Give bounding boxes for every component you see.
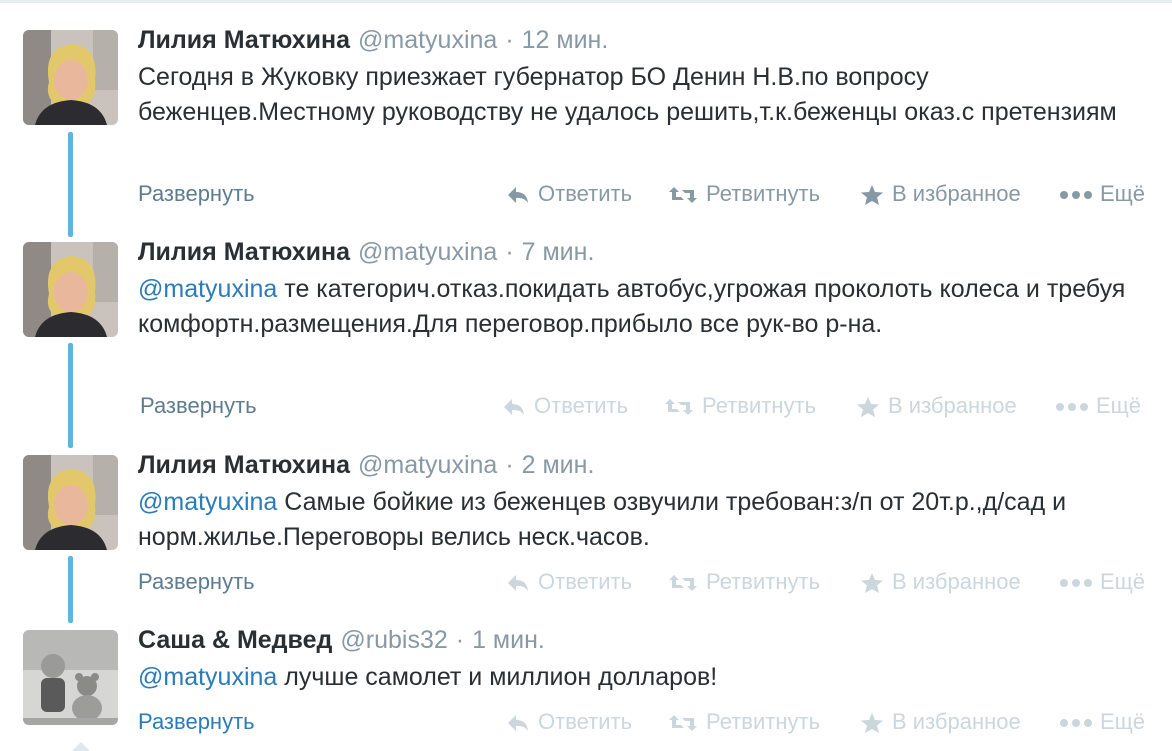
- retweet-arrows-icon: [668, 185, 698, 205]
- timestamp[interactable]: 2 мин.: [522, 451, 595, 479]
- thread-connector: [68, 556, 73, 623]
- more-button[interactable]: Ещё: [1060, 707, 1145, 737]
- star-icon: [856, 396, 880, 418]
- expand-link[interactable]: Развернуть: [138, 179, 255, 209]
- tweet-body: Сегодня в Жуковку приезжает губернатор Б…: [138, 63, 1117, 126]
- mention-link[interactable]: @matyuxina: [138, 663, 277, 691]
- author-handle[interactable]: @rubis32: [340, 626, 447, 654]
- tweet-actions: Развернуть Ответить Ретвитнуть В избранн…: [138, 391, 1158, 421]
- timestamp[interactable]: 7 мин.: [522, 238, 595, 266]
- retweet-label: Ретвитнуть: [706, 709, 821, 734]
- more-label: Ещё: [1100, 569, 1146, 594]
- more-label: Ещё: [1100, 709, 1146, 734]
- reply-button[interactable]: Ответить: [506, 179, 632, 209]
- retweet-label: Ретвитнуть: [706, 569, 821, 594]
- separator: ·: [455, 626, 465, 654]
- tweet-body: лучше самолет и миллион долларов!: [277, 663, 718, 691]
- more-button[interactable]: Ещё: [1060, 179, 1145, 209]
- timestamp[interactable]: 12 мин.: [522, 26, 609, 54]
- thread-connector: [68, 132, 73, 237]
- author-handle[interactable]: @matyuxina: [358, 451, 497, 479]
- more-button[interactable]: Ещё: [1056, 391, 1141, 421]
- reply-arrow-icon: [506, 713, 530, 733]
- tweet-body: Самые бойкие из беженцев озвучили требов…: [138, 488, 1067, 551]
- star-icon: [860, 712, 884, 734]
- favorite-label: В избранное: [892, 569, 1021, 594]
- reply-arrow-icon: [506, 573, 530, 593]
- reply-label: Ответить: [534, 393, 629, 418]
- avatar[interactable]: [23, 30, 118, 125]
- timestamp[interactable]: 1 мин.: [472, 626, 545, 654]
- favorite-button[interactable]: В избранное: [860, 567, 1021, 597]
- reply-button[interactable]: Ответить: [506, 707, 632, 737]
- reply-arrow-icon: [502, 397, 526, 417]
- favorite-label: В избранное: [892, 709, 1021, 734]
- mention-link[interactable]: @matyuxina: [138, 275, 277, 303]
- retweet-arrows-icon: [664, 397, 694, 417]
- more-button[interactable]: Ещё: [1060, 567, 1145, 597]
- star-icon: [860, 572, 884, 594]
- top-divider: [0, 0, 1172, 3]
- more-label: Ещё: [1096, 393, 1142, 418]
- author-name[interactable]: Лилия Матюхина: [138, 238, 350, 266]
- author-name[interactable]: Лилия Матюхина: [138, 26, 350, 54]
- separator: ·: [505, 26, 514, 54]
- retweet-arrows-icon: [668, 713, 698, 733]
- reply-button[interactable]: Ответить: [506, 567, 632, 597]
- reply-label: Ответить: [538, 181, 633, 206]
- ellipsis-icon: [1056, 402, 1088, 412]
- expand-link[interactable]: Развернуть: [138, 707, 255, 737]
- author-name[interactable]: Лилия Матюхина: [138, 451, 350, 479]
- favorite-label: В избранное: [888, 393, 1017, 418]
- tweet-actions: Развернуть Ответить Ретвитнуть В избранн…: [138, 707, 1158, 737]
- tweet-text: @matyuxina Самые бойкие из беженцев озву…: [138, 485, 1138, 555]
- retweet-label: Ретвитнуть: [706, 181, 821, 206]
- ellipsis-icon: [1060, 190, 1092, 200]
- favorite-label: В избранное: [892, 181, 1021, 206]
- reply-label: Ответить: [538, 709, 633, 734]
- favorite-button[interactable]: В избранное: [860, 707, 1021, 737]
- favorite-button[interactable]: В избранное: [856, 391, 1017, 421]
- retweet-button[interactable]: Ретвитнуть: [668, 707, 820, 737]
- tweet-body: те категорич.отказ.покидать автобус,угро…: [138, 275, 1126, 338]
- retweet-button[interactable]: Ретвитнуть: [668, 567, 820, 597]
- reply-button[interactable]: Ответить: [502, 391, 628, 421]
- tweet-text: @matyuxina те категорич.отказ.покидать а…: [138, 272, 1138, 342]
- avatar[interactable]: [23, 242, 118, 337]
- reply-label: Ответить: [538, 569, 633, 594]
- favorite-button[interactable]: В избранное: [860, 179, 1021, 209]
- author-name[interactable]: Саша & Медвед: [138, 626, 332, 654]
- expand-link[interactable]: Развернуть: [138, 567, 255, 597]
- retweet-button[interactable]: Ретвитнуть: [664, 391, 816, 421]
- retweet-arrows-icon: [668, 573, 698, 593]
- avatar[interactable]: [23, 455, 118, 550]
- ellipsis-icon: [1060, 578, 1092, 588]
- ellipsis-icon: [1060, 718, 1092, 728]
- star-icon: [860, 184, 884, 206]
- tweet-text: Сегодня в Жуковку приезжает губернатор Б…: [138, 60, 1138, 130]
- separator: ·: [505, 451, 514, 479]
- expand-link[interactable]: Развернуть: [140, 391, 257, 421]
- author-handle[interactable]: @matyuxina: [358, 26, 497, 54]
- retweet-button[interactable]: Ретвитнуть: [668, 179, 820, 209]
- tweet-actions: Развернуть Ответить Ретвитнуть В избранн…: [138, 567, 1158, 597]
- tweet-actions: Развернуть Ответить Ретвитнуть В избранн…: [138, 179, 1158, 209]
- thread-connector: [68, 343, 73, 448]
- author-handle[interactable]: @matyuxina: [358, 238, 497, 266]
- more-label: Ещё: [1100, 181, 1146, 206]
- separator: ·: [505, 238, 514, 266]
- tweet-text: @matyuxina лучше самолет и миллион долла…: [138, 660, 1138, 695]
- retweet-label: Ретвитнуть: [702, 393, 817, 418]
- reply-arrow-icon: [506, 185, 530, 205]
- mention-link[interactable]: @matyuxina: [138, 488, 277, 516]
- avatar[interactable]: [23, 630, 118, 725]
